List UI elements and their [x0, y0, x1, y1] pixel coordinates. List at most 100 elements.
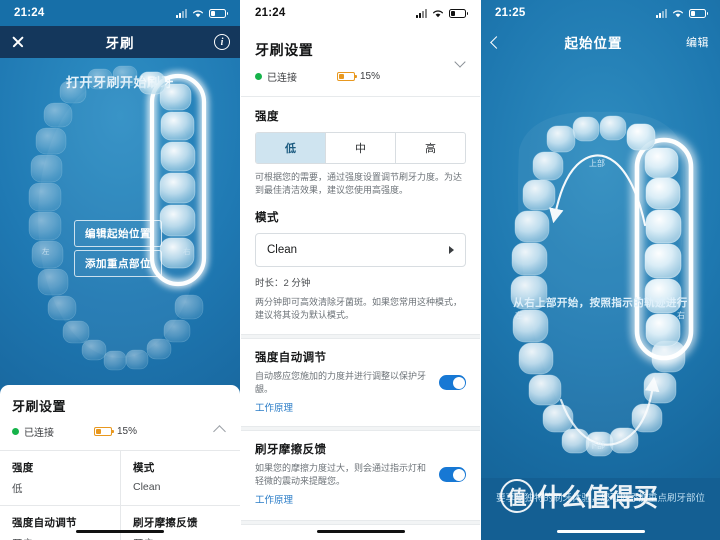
signal-bars-icon — [416, 8, 427, 18]
navigation-bar: 牙刷 i — [0, 26, 240, 58]
setting-cell-mode[interactable]: 模式 Clean — [120, 451, 228, 505]
battery-status: 15% — [337, 71, 380, 82]
setting-value: 开启 — [12, 536, 120, 540]
intensity-description: 可根据您的需要，通过强度设置调节刷牙力度。为达到最佳清洁效果，建议您使用高强度。 — [255, 172, 463, 196]
setting-label: 模式 — [133, 462, 155, 474]
info-icon[interactable]: i — [214, 34, 230, 50]
signal-bars-icon — [656, 8, 667, 18]
friction-feedback-label: 刷牙摩擦反馈 — [255, 444, 327, 457]
section-divider — [241, 520, 480, 526]
sheet-title: 牙刷设置 — [12, 399, 67, 414]
arch-left-label: 左 — [42, 247, 50, 256]
three-panel-screenshot: 21:24 牙刷 i 打开牙刷开始刷牙 — [0, 0, 720, 540]
status-icons — [416, 8, 468, 18]
wifi-icon — [432, 9, 444, 18]
battery-level-icon — [337, 72, 357, 81]
start-position-arch-diagram[interactable] — [481, 0, 720, 540]
battery-icon — [449, 8, 468, 18]
status-icons — [176, 8, 228, 18]
arch-right-label: 右 — [183, 247, 191, 256]
battery-percent: 15% — [360, 71, 381, 82]
connected-dot-icon — [12, 428, 19, 435]
page-title: 起始位置 — [564, 36, 623, 51]
friction-feedback-description: 如果您的摩擦力度过大，则会通过指示灯和轻微的震动来提醒您。 — [255, 463, 427, 487]
wifi-icon — [672, 9, 684, 18]
section-friction-feedback: 刷牙摩擦反馈 如果您的摩擦力度过大，则会通过指示灯和轻微的震动来提醒您。 工作原… — [241, 431, 480, 508]
section-intensity: 强度 低 中 高 可根据您的需要，通过强度设置调节刷牙力度。为达到最佳清洁效果，… — [241, 97, 480, 197]
connection-status: 已连接 — [267, 73, 297, 84]
intensity-segmented-control[interactable]: 低 中 高 — [255, 132, 466, 164]
setting-cell-intensity[interactable]: 强度 低 — [12, 451, 120, 505]
mode-description: 两分钟即可高效清除牙菌斑。如果您常用这种模式，建议将其设为默认模式。 — [255, 297, 463, 321]
section-label-mode: 模式 — [255, 212, 279, 225]
intensity-option-low[interactable]: 低 — [256, 133, 326, 163]
status-bar: 21:25 — [481, 0, 720, 26]
home-indicator — [76, 529, 164, 533]
panel-toothbrush-home: 21:24 牙刷 i 打开牙刷开始刷牙 — [0, 0, 240, 540]
page-title: 牙刷 — [105, 36, 135, 51]
edit-start-position-button[interactable]: 编辑起始位置 — [74, 220, 162, 247]
connection-status: 已连接 — [24, 428, 54, 439]
battery-percent: 15% — [117, 426, 138, 437]
auto-intensity-label: 强度自动调节 — [255, 352, 327, 365]
mode-duration: 时长：2 分钟 — [255, 278, 311, 290]
settings-grid-row-2: 强度自动调节 开启 刷牙摩擦反馈 开启 — [12, 506, 228, 540]
toothbrush-settings-sheet: 牙刷设置 已连接 15% 强度 低 模式 Clean 强度自动调节 刷牙摩擦反馈 — [0, 385, 240, 540]
setting-label: 强度 — [12, 462, 34, 474]
status-time: 21:24 — [255, 7, 286, 19]
status-bar: 21:24 — [241, 0, 480, 26]
status-time: 21:24 — [14, 7, 45, 19]
status-time: 21:25 — [495, 7, 526, 19]
setting-cell-friction-feedback[interactable]: 刷牙摩擦反馈 开启 — [120, 506, 228, 540]
panel-toothbrush-settings: 21:24 牙刷设置 已连接 15% 强度 低 中 高 可根据您的需要，通过强度… — [240, 0, 480, 540]
section-label-intensity: 强度 — [255, 111, 279, 123]
watermark-text: 什么值得买 — [537, 483, 658, 512]
home-indicator — [316, 529, 405, 533]
watermark-logo-icon: 值 — [500, 479, 534, 513]
auto-intensity-description: 自动感应您施加的力度并进行调整以保护牙龈。 — [255, 371, 427, 395]
wifi-icon — [192, 9, 204, 18]
intensity-option-medium[interactable]: 中 — [326, 133, 396, 163]
battery-icon — [209, 8, 228, 18]
settings-scroll-area: 牙刷设置 已连接 15% 强度 低 中 高 可根据您的需要，通过强度设置调节刷牙… — [241, 26, 480, 540]
settings-header: 牙刷设置 已连接 15% — [241, 26, 480, 84]
setting-label: 强度自动调节 — [12, 517, 77, 529]
diagram-caption: 从右上部开始，按照指示的轨迹进行 — [513, 297, 688, 309]
battery-icon — [689, 8, 708, 18]
auto-intensity-toggle[interactable] — [439, 375, 466, 391]
friction-feedback-how-it-works-link[interactable]: 工作原理 — [255, 492, 293, 506]
battery-level-icon — [94, 427, 114, 436]
signal-bars-icon — [176, 8, 187, 18]
arch-upper-label: 上部 — [589, 159, 605, 168]
auto-intensity-how-it-works-link[interactable]: 工作原理 — [255, 400, 293, 414]
setting-value: 低 — [12, 483, 23, 495]
edit-button[interactable]: 编辑 — [686, 34, 709, 50]
close-icon[interactable] — [10, 34, 26, 50]
connected-dot-icon — [255, 73, 262, 80]
status-icons — [656, 8, 708, 18]
mode-value: Clean — [267, 244, 298, 257]
section-auto-intensity: 强度自动调节 自动感应您施加的力度并进行调整以保护牙龈。 工作原理 — [241, 339, 480, 416]
sheet-status-row: 已连接 15% — [12, 424, 228, 439]
navigation-bar: 起始位置 编辑 — [481, 26, 720, 58]
section-mode: 模式 Clean 时长：2 分钟 两分钟即可高效清除牙菌斑。如果您常用这种模式，… — [241, 197, 480, 322]
settings-grid-row-1: 强度 低 模式 Clean — [12, 451, 228, 505]
site-watermark: 值 什么值得买 — [500, 478, 658, 514]
panel-start-position: 21:25 起始位置 编辑 上部 下部 左 右 从右上部开始，按照指示的轨迹进行… — [480, 0, 720, 540]
intensity-option-high[interactable]: 高 — [396, 133, 465, 163]
status-bar: 21:24 — [0, 0, 240, 26]
setting-value: Clean — [133, 481, 161, 493]
battery-status: 15% — [94, 426, 137, 437]
chevron-up-icon[interactable] — [213, 425, 226, 438]
setting-cell-auto-intensity[interactable]: 强度自动调节 开启 — [12, 506, 120, 540]
page-title: 牙刷设置 — [255, 42, 314, 58]
device-status-row: 已连接 15% — [255, 69, 466, 84]
mode-select[interactable]: Clean — [255, 233, 466, 268]
friction-feedback-toggle[interactable] — [439, 467, 466, 483]
setting-label: 刷牙摩擦反馈 — [133, 517, 198, 529]
setting-value: 开启 — [133, 536, 228, 540]
arch-lower-label: 下部 — [589, 441, 605, 450]
home-indicator — [556, 529, 645, 533]
add-focus-area-button[interactable]: 添加重点部位 — [74, 250, 162, 277]
caret-right-icon — [449, 246, 454, 255]
